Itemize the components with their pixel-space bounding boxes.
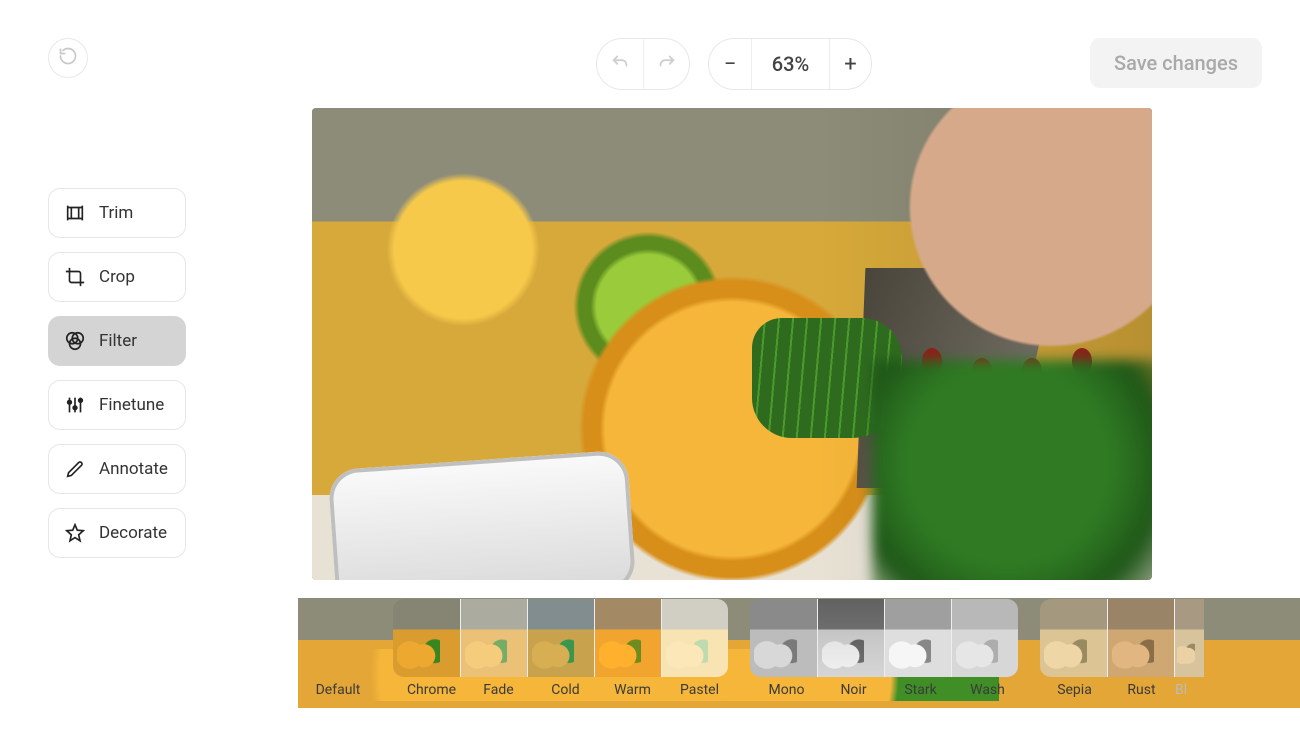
filter-mono[interactable] xyxy=(750,599,817,678)
filter-label: Mono xyxy=(753,682,820,706)
filter-label: Chrome xyxy=(398,682,465,706)
zoom-level: 63% xyxy=(751,39,829,89)
tool-finetune[interactable]: Finetune xyxy=(48,380,186,430)
redo-button[interactable] xyxy=(643,39,689,89)
filter-wash[interactable] xyxy=(951,599,1018,678)
filter-cold[interactable] xyxy=(527,599,594,678)
filter-fade[interactable] xyxy=(460,599,527,678)
tool-label: Finetune xyxy=(99,395,164,415)
filter-label: Pastel xyxy=(666,682,733,706)
revert-button[interactable] xyxy=(48,38,88,78)
filter-label: Bl xyxy=(1175,682,1205,706)
tool-label: Decorate xyxy=(99,523,167,543)
editor-canvas[interactable] xyxy=(312,108,1152,580)
trim-icon xyxy=(63,201,87,225)
redo-icon xyxy=(656,51,678,77)
filter-label: Wash xyxy=(954,682,1021,706)
filter-chrome[interactable] xyxy=(393,599,460,678)
filter-stark[interactable] xyxy=(884,599,951,678)
zoom-in-button[interactable]: + xyxy=(829,39,871,89)
crop-icon xyxy=(63,265,87,289)
tool-label: Trim xyxy=(99,203,133,223)
filter-label: Rust xyxy=(1108,682,1175,706)
filter-default[interactable] xyxy=(298,598,372,678)
filter-label: Cold xyxy=(532,682,599,706)
annotate-icon xyxy=(63,457,87,481)
filter-rust[interactable] xyxy=(1107,599,1174,678)
filter-label: Sepia xyxy=(1041,682,1108,706)
filter-label: Warm xyxy=(599,682,666,706)
filter-labels: Default Chrome Fade Cold Warm Pastel Mon… xyxy=(298,682,1300,706)
tool-label: Crop xyxy=(99,267,135,287)
filter-pastel[interactable] xyxy=(661,599,728,678)
tool-label: Annotate xyxy=(99,459,168,479)
filter-group-bw xyxy=(749,598,1019,678)
filter-group-vintage xyxy=(1039,598,1204,678)
finetune-icon xyxy=(63,393,87,417)
filter-warm[interactable] xyxy=(594,599,661,678)
tool-filter[interactable]: Filter xyxy=(48,316,186,366)
filter-noir[interactable] xyxy=(817,599,884,678)
tool-decorate[interactable]: Decorate xyxy=(48,508,186,558)
filter-label: Noir xyxy=(820,682,887,706)
filter-group-color xyxy=(392,598,729,678)
tool-label: Filter xyxy=(99,331,137,351)
undo-redo-group xyxy=(596,38,690,90)
tool-trim[interactable]: Trim xyxy=(48,188,186,238)
save-changes-button[interactable]: Save changes xyxy=(1090,38,1262,88)
decorate-icon xyxy=(63,521,87,545)
tool-annotate[interactable]: Annotate xyxy=(48,444,186,494)
history-icon xyxy=(58,46,78,70)
zoom-control: − 63% + xyxy=(708,38,872,90)
filter-icon xyxy=(63,329,87,353)
filter-cut[interactable] xyxy=(1174,599,1204,678)
undo-button[interactable] xyxy=(597,39,643,89)
filter-label: Default xyxy=(298,682,378,706)
tool-crop[interactable]: Crop xyxy=(48,252,186,302)
filter-label: Fade xyxy=(465,682,532,706)
tool-sidebar: Trim Crop Filter Finetune Annotate Decor… xyxy=(48,188,186,558)
filter-label: Stark xyxy=(887,682,954,706)
undo-icon xyxy=(609,51,631,77)
filter-sepia[interactable] xyxy=(1040,599,1107,678)
zoom-out-button[interactable]: − xyxy=(709,39,751,89)
